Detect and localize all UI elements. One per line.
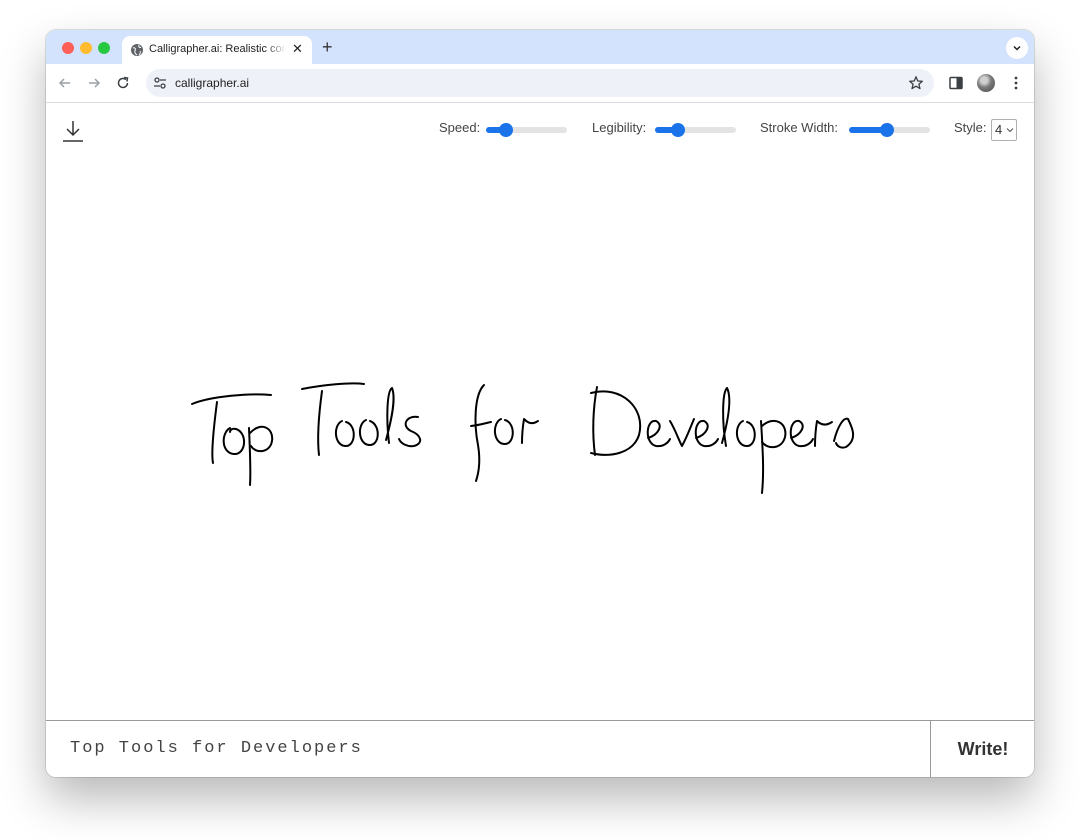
maximize-window-button[interactable] [98, 42, 110, 54]
tab-calligrapher[interactable]: Calligrapher.ai: Realistic computer hand… [122, 36, 312, 64]
text-input[interactable]: Top Tools for Developers [70, 739, 363, 758]
stroke-width-slider[interactable] [849, 127, 930, 133]
minimize-window-button[interactable] [80, 42, 92, 54]
speed-slider[interactable] [486, 127, 567, 133]
close-tab-button[interactable]: ✕ [292, 41, 303, 57]
stroke-width-label: Stroke Width: [760, 120, 838, 135]
close-window-button[interactable] [62, 42, 74, 54]
text-input-bar: Top Tools for Developers Write! [46, 720, 1034, 777]
speed-slider-thumb[interactable] [499, 123, 513, 137]
side-panel-icon[interactable] [948, 75, 964, 91]
style-label: Style: [954, 120, 987, 135]
handwriting-canvas [46, 163, 1034, 718]
back-icon[interactable] [57, 75, 73, 91]
legibility-slider[interactable] [655, 127, 736, 133]
avatar[interactable] [977, 74, 995, 92]
tab-title: Calligrapher.ai: Realistic computer hand… [149, 43, 286, 55]
new-tab-button[interactable]: + [322, 37, 333, 57]
browser-toolbar: calligrapher.ai [46, 64, 1034, 103]
page-content: Speed: Legibility: Stroke Width: Style: … [46, 103, 1034, 777]
address-bar[interactable]: calligrapher.ai [146, 69, 934, 97]
url-text: calligrapher.ai [175, 76, 249, 90]
more-vert-icon[interactable] [1008, 75, 1024, 91]
chevron-down-icon [1012, 43, 1022, 53]
style-select[interactable]: 4 [991, 119, 1017, 141]
tune-icon[interactable] [153, 76, 167, 90]
style-select-value: 4 [995, 122, 1002, 137]
globe-icon [130, 43, 144, 57]
tab-strip: Calligrapher.ai: Realistic computer hand… [46, 30, 1034, 64]
legibility-slider-thumb[interactable] [671, 123, 685, 137]
download-icon[interactable] [62, 119, 84, 143]
handwritten-text [192, 383, 853, 493]
forward-icon[interactable] [86, 75, 102, 91]
browser-window: Calligrapher.ai: Realistic computer hand… [46, 30, 1034, 777]
legibility-label: Legibility: [592, 120, 646, 135]
chevron-down-icon [1006, 126, 1014, 134]
speed-label: Speed: [439, 120, 480, 135]
tab-search-button[interactable] [1006, 37, 1028, 59]
reload-icon[interactable] [115, 75, 131, 91]
write-button[interactable]: Write! [930, 721, 1034, 777]
stroke-width-slider-thumb[interactable] [880, 123, 894, 137]
star-icon[interactable] [908, 75, 924, 91]
